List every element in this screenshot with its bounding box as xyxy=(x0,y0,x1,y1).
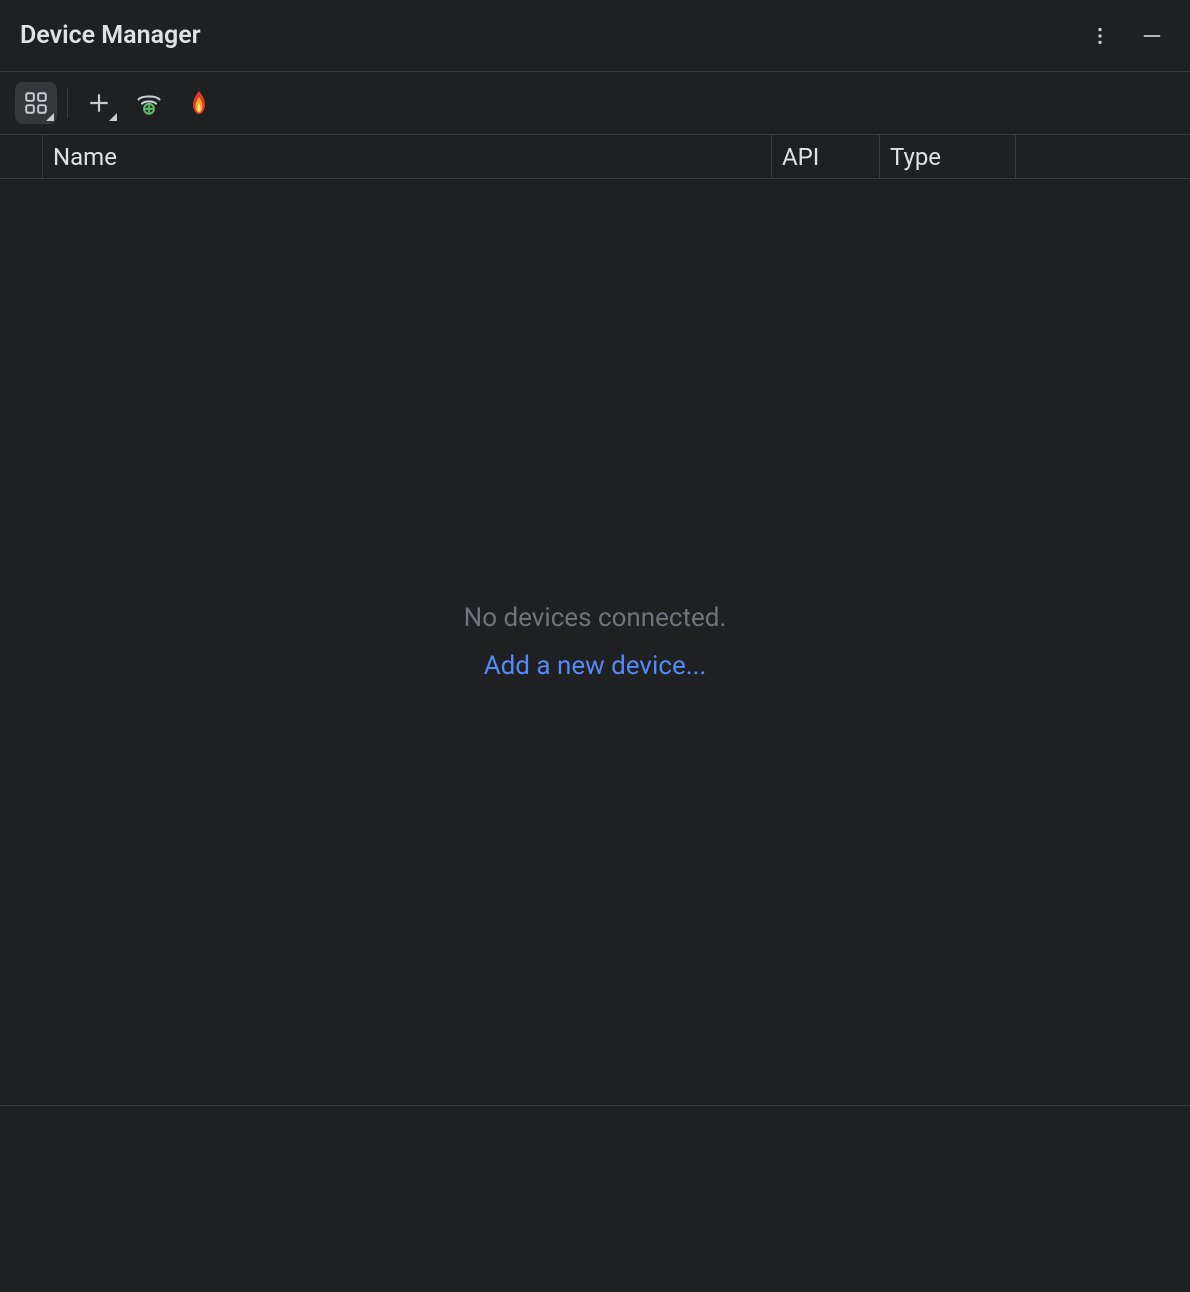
column-expand xyxy=(0,135,43,178)
empty-message: No devices connected. xyxy=(464,603,727,633)
column-actions xyxy=(1016,135,1190,178)
panel-titlebar: Device Manager xyxy=(0,0,1190,72)
add-device-button[interactable] xyxy=(78,82,120,124)
panel-title: Device Manager xyxy=(20,21,201,50)
pair-wifi-button[interactable] xyxy=(128,82,170,124)
wifi-add-icon xyxy=(135,89,163,117)
table-header: Name API Type xyxy=(0,134,1190,179)
flame-icon xyxy=(187,89,211,117)
more-options-button[interactable] xyxy=(1082,18,1118,54)
column-api[interactable]: API xyxy=(772,135,880,178)
toolbar xyxy=(0,72,1190,134)
expand-marker-icon xyxy=(109,113,117,121)
column-type[interactable]: Type xyxy=(880,135,1016,178)
firebase-button[interactable] xyxy=(178,82,220,124)
toolbar-separator xyxy=(67,88,68,118)
add-device-link[interactable]: Add a new device... xyxy=(484,651,707,681)
minimize-icon xyxy=(1141,25,1163,47)
column-name[interactable]: Name xyxy=(43,135,772,178)
device-explorer-button[interactable] xyxy=(15,82,57,124)
more-vertical-icon xyxy=(1089,25,1111,47)
titlebar-actions xyxy=(1082,18,1170,54)
empty-state: No devices connected. Add a new device..… xyxy=(0,179,1190,1106)
expand-marker-icon xyxy=(46,113,54,121)
minimize-button[interactable] xyxy=(1134,18,1170,54)
panel-footer xyxy=(0,1106,1190,1292)
